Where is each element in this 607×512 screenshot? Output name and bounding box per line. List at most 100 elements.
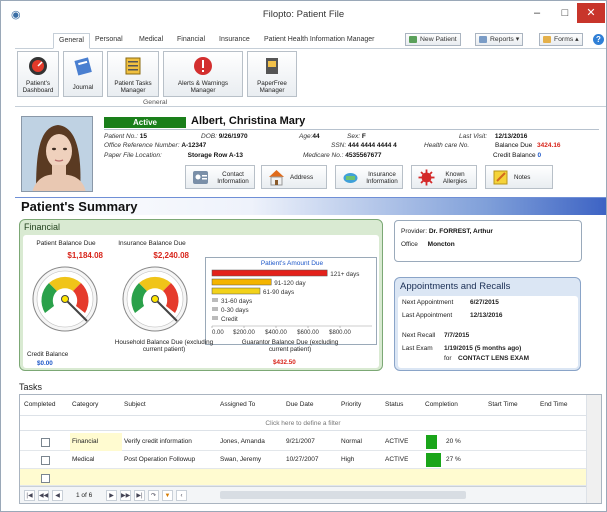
vertical-scrollbar[interactable]: [586, 395, 601, 503]
contact-icon: [193, 171, 208, 184]
tab-insurance[interactable]: Insurance: [219, 36, 250, 43]
completion-cell: 27 %: [446, 456, 461, 463]
filter-row[interactable]: Click here to define a filter: [20, 415, 586, 431]
office-ref-label: Office Reference Number:: [104, 142, 180, 149]
address-button[interactable]: Address: [261, 165, 327, 189]
last-exam-label: Last Exam: [402, 345, 433, 352]
amount-due-plot: 121+ days 91-120 day 61-90 days 31-60 days 0…: [211, 269, 372, 336]
contact-information-button[interactable]: Contact Information: [185, 165, 255, 189]
scroll-left-icon[interactable]: ‹: [176, 490, 187, 501]
tab-medical[interactable]: Medical: [139, 36, 163, 43]
category-cell: Medical: [72, 456, 95, 463]
pager: |◀ ◀◀ ◀ 1 of 6 ▶ ▶▶ ▶| ↷ ▼ ‹: [20, 486, 586, 503]
col-category[interactable]: Category: [72, 395, 98, 415]
tick-label-1: $200.00: [233, 330, 255, 336]
help-icon[interactable]: ?: [593, 34, 604, 45]
forms-icon: [543, 36, 551, 43]
new-patient-icon: [409, 36, 417, 43]
close-button[interactable]: ✕: [577, 3, 605, 23]
balance-due-value: 3424.16: [537, 142, 561, 149]
completed-checkbox[interactable]: [41, 456, 50, 465]
next-recall-label: Next Recall: [402, 332, 436, 339]
tab-phim[interactable]: Patient Health Information Manager: [264, 36, 375, 43]
bar-label-2: 61-90 days: [263, 289, 294, 296]
known-allergies-button[interactable]: Known Allergies: [411, 165, 477, 189]
col-assigned-to[interactable]: Assigned To: [220, 395, 255, 415]
completed-checkbox[interactable]: [41, 438, 50, 447]
completed-checkbox[interactable]: [41, 474, 50, 483]
tab-personal[interactable]: Personal: [95, 36, 123, 43]
col-start-time[interactable]: Start Time: [488, 395, 518, 415]
refresh-icon[interactable]: ↷: [148, 490, 159, 501]
completion-cell: 20 %: [446, 438, 461, 445]
last-visit-field: Last Visit: 12/13/2016: [459, 133, 527, 140]
last-visit-label: Last Visit:: [459, 133, 488, 140]
tab-general[interactable]: General: [53, 33, 90, 49]
patient-balance-label: Patient Balance Due: [36, 240, 96, 247]
patient-dashboard-button[interactable]: Patient's Dashboard: [17, 51, 59, 97]
col-due-date[interactable]: Due Date: [286, 395, 313, 415]
notes-button[interactable]: Notes: [485, 165, 553, 189]
patient-no-label: Patient No.:: [104, 133, 138, 140]
tasks-manager-button[interactable]: Patient Tasks Manager: [107, 51, 159, 97]
table-row[interactable]: Medical Post Operation Followup Swan, Je…: [20, 451, 586, 469]
office-ref-field: Office Reference Number: A-12347: [104, 142, 206, 149]
table-row[interactable]: Financial Verify credit information Jone…: [20, 433, 586, 451]
tasks-grid: Completed Category Subject Assigned To D…: [19, 394, 602, 504]
prev-page-icon[interactable]: ◀◀: [38, 490, 49, 501]
medicare-label: Medicare No.:: [303, 152, 344, 159]
prev-icon[interactable]: ◀: [52, 490, 63, 501]
paper-loc-label: Paper File Location:: [104, 152, 162, 159]
paperfree-manager-button[interactable]: PaperFree Manager: [247, 51, 297, 97]
alerts-manager-button[interactable]: Alerts & Warnings Manager: [163, 51, 243, 97]
journal-button[interactable]: Journal: [63, 51, 103, 97]
subject-cell: Post Operation Followup: [124, 456, 196, 463]
appointments-card: Appointments and Recalls Next Appointmen…: [394, 277, 581, 371]
next-page-icon[interactable]: ▶▶: [120, 490, 131, 501]
next-icon[interactable]: ▶: [106, 490, 117, 501]
new-patient-button[interactable]: New Patient: [405, 33, 461, 46]
reports-button[interactable]: Reports ▾: [475, 33, 524, 46]
status-cell: ACTIVE: [385, 456, 409, 463]
col-end-time[interactable]: End Time: [540, 395, 567, 415]
health-care-label: Health care No.: [424, 142, 470, 149]
notes-icon: [493, 170, 508, 185]
financial-title: Financial: [24, 222, 61, 232]
insurance-information-button[interactable]: Insurance Information: [335, 165, 403, 189]
col-completion[interactable]: Completion: [425, 395, 458, 415]
col-completed[interactable]: Completed: [24, 395, 55, 415]
forms-button[interactable]: Forms ▴: [539, 33, 583, 46]
house-icon: [269, 170, 284, 186]
col-subject[interactable]: Subject: [124, 395, 146, 415]
patient-balance-gauge: [32, 266, 98, 332]
col-priority[interactable]: Priority: [341, 395, 361, 415]
insurance-icon: [343, 173, 358, 183]
horizontal-scrollbar[interactable]: [220, 491, 466, 499]
next-appointment-label: Next Appointment: [402, 299, 454, 306]
filter-icon[interactable]: ▼: [162, 490, 173, 501]
paper-loc-value: Storage Row A-13: [187, 152, 244, 159]
last-page-icon[interactable]: ▶|: [134, 490, 145, 501]
status-badge: Active: [104, 117, 186, 128]
assigned-cell: Jones, Amanda: [220, 438, 265, 445]
alert-icon: [194, 57, 212, 75]
tab-financial[interactable]: Financial: [177, 36, 205, 43]
amount-due-chart: Patient's Amount Due 121+ days 91-120 day…: [205, 257, 377, 345]
patient-file-window: ◉ Filopto: Patient File – □ ✕ General Pe…: [0, 0, 607, 512]
first-page-icon[interactable]: |◀: [24, 490, 35, 501]
provider-label: Provider:: [401, 228, 428, 235]
provider-value: Dr. FORREST, Arthur: [428, 228, 493, 235]
table-row[interactable]: [20, 469, 586, 486]
appointments-body: Next Appointment 6/27/2015 Last Appointm…: [398, 296, 578, 368]
sex-field: Sex: F: [347, 133, 366, 140]
known-allergies-label: Known Allergies: [442, 171, 468, 185]
tick-label-2: $400.00: [265, 330, 287, 336]
maximize-button[interactable]: □: [551, 3, 579, 23]
tasks-title: Tasks: [19, 382, 43, 392]
tick-label-0: 0.00: [212, 330, 224, 336]
col-status[interactable]: Status: [385, 395, 403, 415]
balance-due-field: Balance Due 3424.16: [495, 142, 561, 149]
minimize-button[interactable]: –: [523, 3, 551, 23]
summary-banner: Patient's Summary: [15, 197, 606, 215]
last-exam-value: 1/19/2015 (5 months ago): [444, 345, 522, 352]
